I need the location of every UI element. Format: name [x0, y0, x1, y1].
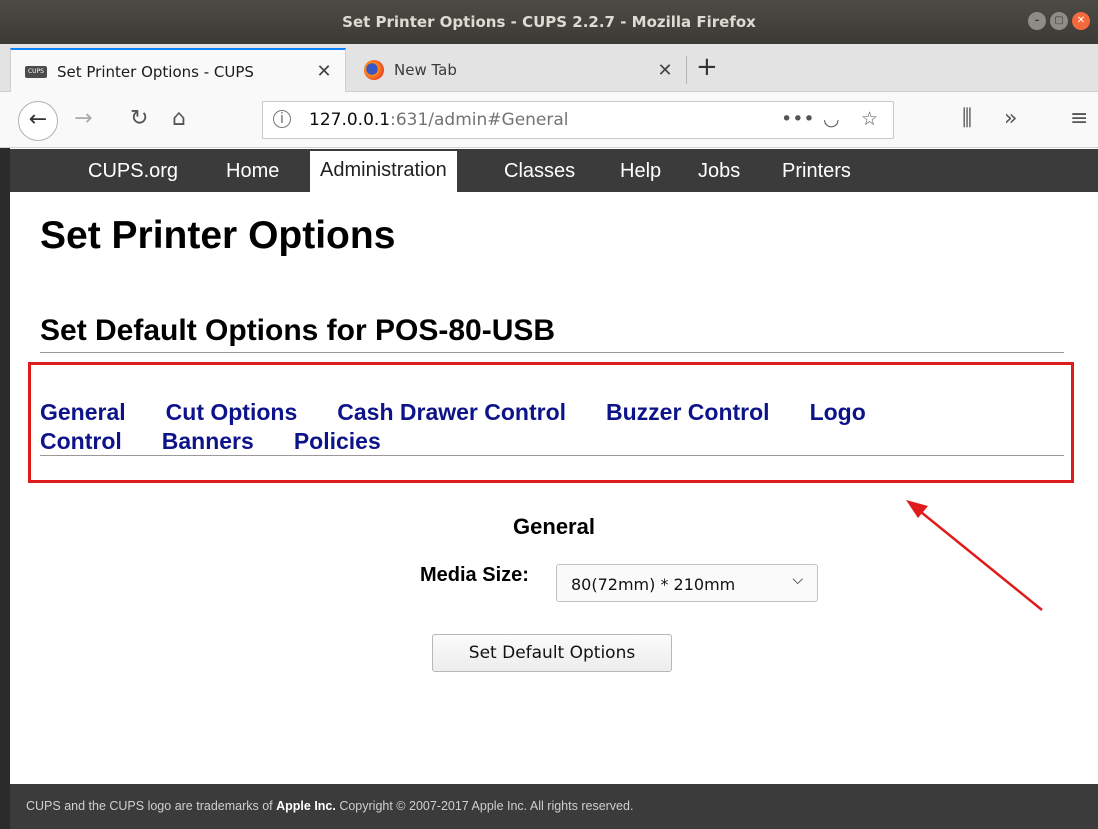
- new-tab-plus-icon[interactable]: +: [696, 52, 718, 82]
- tab-close-icon[interactable]: ✕: [652, 60, 678, 81]
- chevron-down-icon: ⌵: [792, 572, 803, 588]
- window-controls: – ▢ ✕: [1028, 12, 1090, 30]
- reload-icon[interactable]: ↻: [130, 106, 148, 131]
- option-group-links: General Cut Options Cash Drawer Control Buz…: [40, 398, 1040, 456]
- link-policies[interactable]: Policies: [294, 428, 381, 454]
- footer-pre: CUPS and the CUPS logo are trademarks of: [26, 799, 277, 813]
- bookmark-star-icon[interactable]: ☆: [861, 108, 878, 130]
- window-edge: [0, 148, 10, 829]
- link-general[interactable]: General: [40, 399, 126, 425]
- home-icon[interactable]: ⌂: [172, 106, 186, 131]
- url-host: 127.0.0.1: [309, 110, 391, 130]
- section-title: General: [513, 514, 595, 539]
- tab-close-icon[interactable]: ✕: [311, 61, 337, 82]
- back-icon[interactable]: ←: [18, 101, 58, 141]
- url-bar[interactable]: i 127.0.0.1:631/admin#General ••• ◡ ☆: [262, 101, 894, 139]
- link-buzzer-control[interactable]: Buzzer Control: [606, 399, 770, 425]
- overflow-icon[interactable]: »: [1004, 106, 1017, 131]
- footer-text: CUPS and the CUPS logo are trademarks of…: [26, 799, 633, 813]
- tab-separator: [686, 56, 687, 84]
- nav-jobs[interactable]: Jobs: [698, 160, 740, 183]
- minimize-icon[interactable]: –: [1028, 12, 1046, 30]
- cups-navbar: CUPS.org Home Administration Classes Hel…: [10, 149, 1098, 192]
- library-icon[interactable]: ⫼: [962, 106, 972, 131]
- tab-new-tab[interactable]: New Tab ✕: [350, 48, 686, 92]
- page-content: Set Printer Options Set Default Options …: [10, 192, 1098, 784]
- menu-icon[interactable]: ≡: [1070, 106, 1088, 131]
- nav-cups-org[interactable]: CUPS.org: [88, 160, 178, 183]
- nav-administration[interactable]: Administration: [310, 151, 457, 192]
- forward-icon[interactable]: →: [74, 106, 92, 131]
- nav-printers[interactable]: Printers: [782, 160, 851, 183]
- site-info-icon[interactable]: i: [273, 110, 291, 128]
- navigation-toolbar: ← → ↻ ⌂ i 127.0.0.1:631/admin#General ••…: [0, 92, 1098, 148]
- tab-label: New Tab: [394, 61, 457, 79]
- maximize-icon[interactable]: ▢: [1050, 12, 1068, 30]
- window-title: Set Printer Options - CUPS 2.2.7 - Mozil…: [342, 13, 756, 31]
- tab-set-printer-options[interactable]: CUPS Set Printer Options - CUPS ✕: [10, 48, 346, 93]
- firefox-icon: [364, 60, 384, 80]
- page-subtitle: Set Default Options for POS-80-USB: [40, 314, 556, 347]
- close-window-icon[interactable]: ✕: [1072, 12, 1090, 30]
- footer-post: Copyright © 2007-2017 Apple Inc. All rig…: [335, 799, 634, 813]
- media-size-label: Media Size:: [420, 564, 529, 586]
- footer-apple-link[interactable]: Apple Inc.: [276, 799, 336, 813]
- tab-label: Set Printer Options - CUPS: [57, 62, 254, 81]
- media-size-select[interactable]: 80(72mm) * 210mm ⌵: [556, 564, 818, 602]
- link-cash-drawer-control[interactable]: Cash Drawer Control: [337, 399, 566, 425]
- media-size-value: 80(72mm) * 210mm: [571, 575, 736, 594]
- nav-classes[interactable]: Classes: [504, 160, 575, 183]
- url-path: :631/admin#General: [390, 110, 569, 130]
- window-titlebar: Set Printer Options - CUPS 2.2.7 - Mozil…: [0, 0, 1098, 44]
- tab-bar: CUPS Set Printer Options - CUPS ✕ New Ta…: [0, 44, 1098, 93]
- url-text[interactable]: 127.0.0.1:631/admin#General: [309, 110, 569, 130]
- links-divider: [40, 455, 1064, 456]
- subtitle-divider: [40, 352, 1064, 353]
- page-actions-icon[interactable]: •••: [781, 108, 815, 130]
- nav-home[interactable]: Home: [226, 160, 279, 183]
- cups-favicon-icon: CUPS: [25, 65, 47, 78]
- link-cut-options[interactable]: Cut Options: [166, 399, 298, 425]
- pocket-icon[interactable]: ◡: [823, 108, 840, 130]
- page-footer: CUPS and the CUPS logo are trademarks of…: [10, 784, 1098, 829]
- nav-help[interactable]: Help: [620, 160, 661, 183]
- annotation-arrow: [906, 500, 1043, 611]
- set-default-options-button[interactable]: Set Default Options: [432, 634, 672, 672]
- link-banners[interactable]: Banners: [162, 428, 254, 454]
- page-title: Set Printer Options: [40, 214, 396, 257]
